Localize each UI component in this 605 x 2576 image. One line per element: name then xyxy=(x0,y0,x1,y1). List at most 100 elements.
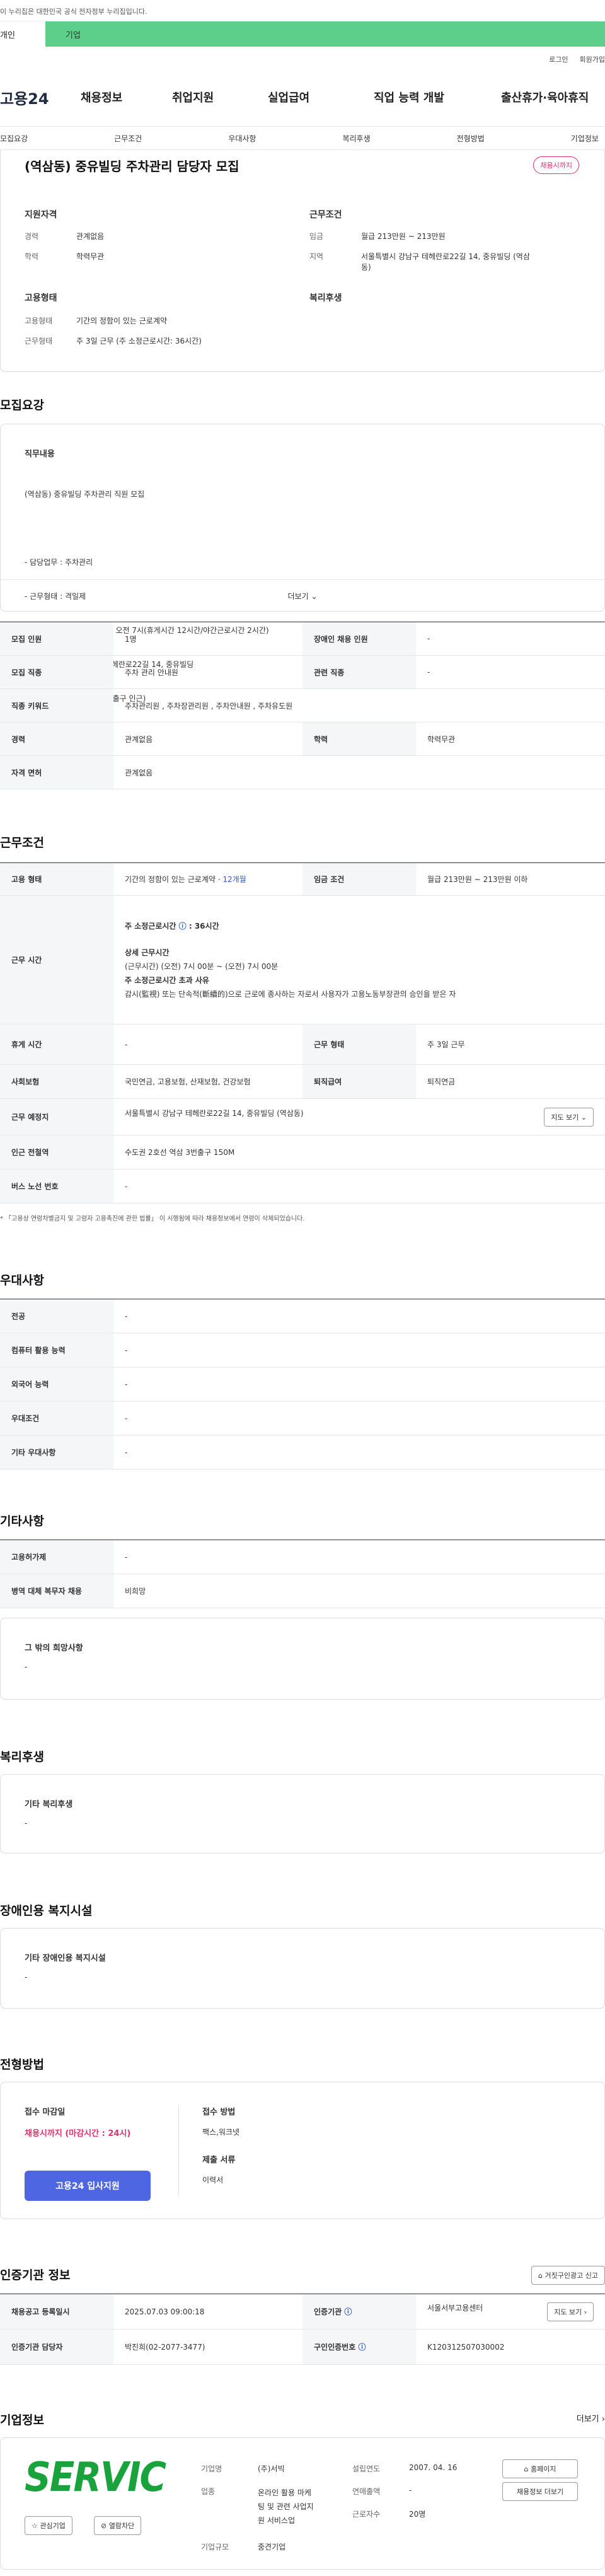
gnb-item-leave[interactable]: 출산휴가·육아휴직 xyxy=(485,89,605,105)
name-value: (주)서빅 xyxy=(258,2464,285,2473)
td: 월급 213만원 ~ 213만원 이하 xyxy=(416,862,605,896)
table-row: 우대조건 - xyxy=(0,1401,605,1436)
place-value: 서울특별시 강남구 테헤란로22길 14, 중유빌딩 (역삼동) xyxy=(125,1108,304,1118)
th: 직종 키워드 xyxy=(0,688,113,722)
td: 주차 관리 안내원 xyxy=(113,655,302,689)
fav-button[interactable]: ☆ 관심기업 xyxy=(25,2516,72,2535)
weekly-label: 주 소정근로시간 xyxy=(125,921,176,931)
table-row: 사회보험 국민연금, 고용보험, 산재보험, 건강보험 퇴직급여 퇴직연금 xyxy=(0,1064,605,1099)
detail-time-value: (근무시간) (오전) 7시 00분 ~ (오전) 7시 00분 xyxy=(125,961,279,971)
block-button[interactable]: ⊘ 열람차단 xyxy=(94,2516,142,2535)
emp-value: 20명 xyxy=(409,2510,426,2519)
job-summary-card: (역삼동) 중유빌딩 주차관리 담당자 모집 채용시까지 지원자격 경력 관계없… xyxy=(0,150,605,372)
map-button[interactable]: 지도 보기 › xyxy=(547,2302,594,2321)
td: - xyxy=(416,655,605,689)
sales-key: 연매출액 xyxy=(352,2487,381,2496)
th: 채용공고 등록일시 xyxy=(0,2294,113,2329)
recruit-table: 모집 인원 1명 장애인 채용 인원 - 모집 직종 주차 관리 안내원 관련 직종 - 직… xyxy=(0,622,605,789)
tab-personal[interactable]: 개인 xyxy=(0,21,45,47)
cert-table: 채용공고 등록일시 2025.07.03 09:00:18 인증기관 ⓘ 서울서… xyxy=(0,2294,605,2365)
td: 퇴직연금 xyxy=(416,1064,605,1099)
table-row: 모집 직종 주차 관리 안내원 관련 직종 - xyxy=(0,655,605,689)
td: - xyxy=(113,1299,605,1333)
homepage-label: 홈페이지 xyxy=(531,2465,556,2473)
company-more-link[interactable]: 더보기 › xyxy=(577,2412,605,2424)
more-label: 더보기 xyxy=(287,592,309,601)
tab-company[interactable]: 기업 xyxy=(45,21,605,47)
homepage-button[interactable]: ⌂ 홈페이지 xyxy=(502,2459,578,2478)
td: 주차관리원 , 주차장관리원 , 주차안내원 , 주차유도원 xyxy=(113,688,605,722)
subnav-welfare[interactable]: 복리후생 xyxy=(342,133,370,144)
wage-key: 임금 xyxy=(309,232,324,241)
work-title: 근무조건 xyxy=(309,210,342,220)
report-button[interactable]: ⌂ 거짓구인광고 신고 xyxy=(531,2266,605,2285)
docs-value: 이력서 xyxy=(202,2176,224,2184)
worktype-key: 근무형태 xyxy=(25,337,53,345)
biz-line: 팅 및 관련 사업지 xyxy=(258,2502,314,2511)
more-button[interactable]: 더보기 ⌄ xyxy=(1,579,604,611)
emp-type: 기간의 정함이 있는 근로계약 · xyxy=(125,875,223,884)
th: 사회보험 xyxy=(0,1064,113,1099)
edu-value: 학력무관 xyxy=(76,252,105,261)
subnav-process[interactable]: 전형방법 xyxy=(457,133,485,144)
gnb-item-training[interactable]: 직업 능력 개발 xyxy=(356,89,485,105)
td: - xyxy=(113,1435,605,1470)
cert-section-title: 인증기관 정보 xyxy=(0,2268,71,2282)
site-logo[interactable]: 고용24 xyxy=(0,86,72,108)
th: 모집 직종 xyxy=(0,655,113,689)
process-section-title: 전형방법 xyxy=(0,2058,44,2072)
td: 2025.07.03 09:00:18 xyxy=(113,2294,302,2329)
welfare-box-title: 기타 복리후생 xyxy=(25,1800,73,1809)
td: - xyxy=(416,622,605,656)
emp-value: 기간의 정함이 있는 근로계약 xyxy=(76,316,167,325)
welfare-card: 기타 복리후생 - xyxy=(0,1774,605,1854)
block-label: 열람차단 xyxy=(108,2522,135,2530)
th: 자격 면허 xyxy=(0,755,113,789)
gnb-item-jobs[interactable]: 채용정보 xyxy=(72,89,154,105)
block-icon: ⊘ xyxy=(101,2522,107,2530)
td: 관계없음 xyxy=(113,722,302,756)
apply-button[interactable]: 고용24 입사지원 xyxy=(25,2171,151,2201)
signup-link[interactable]: 회원가입 xyxy=(580,54,605,64)
gov-banner: 이 누리집은 대한민국 공식 전자정부 누리집입니다. xyxy=(0,0,605,21)
table-row: 컴퓨터 활용 능력 - xyxy=(0,1333,605,1367)
table-row: 직종 키워드 주차관리원 , 주차장관리원 , 주차안내원 , 주차유도원 xyxy=(0,688,605,722)
td: - xyxy=(113,1024,302,1065)
hope-value: - xyxy=(25,1662,28,1671)
th: 학력 xyxy=(302,722,416,756)
td: 학력무관 xyxy=(416,722,605,756)
est-key: 설립연도 xyxy=(352,2464,381,2473)
jobs-more-button[interactable]: 채용정보 더보기 xyxy=(502,2482,578,2501)
qual-title: 지원자격 xyxy=(25,210,57,220)
org-value: 서울서부고용센터 xyxy=(427,2303,483,2312)
info-icon[interactable]: ⓘ xyxy=(358,2343,366,2352)
duty-line: (역삼동) 중유빌딩 주차관리 직원 모집 xyxy=(25,490,145,499)
table-row: 기타 우대사항 - xyxy=(0,1435,605,1470)
subnav-preferences[interactable]: 우대사항 xyxy=(228,133,256,144)
fav-label: 관심기업 xyxy=(40,2522,66,2530)
emp-key: 근로자수 xyxy=(352,2510,381,2519)
duty-card: 직무내용 (역삼동) 중유빌딩 주차관리 직원 모집 - 담당업무 : 주차관리… xyxy=(0,424,605,737)
td: - xyxy=(113,1367,605,1401)
td: - xyxy=(113,1169,605,1204)
th: 컴퓨터 활용 능력 xyxy=(0,1333,113,1367)
info-icon[interactable]: ⓘ xyxy=(344,2307,352,2316)
th: 인근 전철역 xyxy=(0,1135,113,1169)
size-value: 중견기업 xyxy=(258,2543,286,2551)
map-button[interactable]: 지도 보기 ⌄ xyxy=(544,1107,594,1127)
subnav-recruit[interactable]: 모집요강 xyxy=(0,133,28,144)
docs-key: 제출 서류 xyxy=(202,2155,236,2165)
name-key: 기업명 xyxy=(201,2464,222,2473)
worktype-value: 주 3일 근무 (주 소정근로시간: 36시간) xyxy=(76,337,202,345)
th: 고용 형태 xyxy=(0,862,113,896)
gnb-item-employment[interactable]: 취업지원 xyxy=(154,89,255,105)
est-value: 2007. 04. 16 xyxy=(409,2463,458,2472)
login-link[interactable]: 로그인 xyxy=(549,54,568,64)
gnb-item-unemployment[interactable]: 실업급여 xyxy=(255,89,356,105)
subnav-company[interactable]: 기업정보 xyxy=(571,133,599,144)
info-icon[interactable]: ⓘ xyxy=(179,922,187,931)
disability-box-value: - xyxy=(25,1973,28,1981)
subnav-conditions[interactable]: 근무조건 xyxy=(114,133,142,144)
th: 우대조건 xyxy=(0,1401,113,1436)
td: 비희망 xyxy=(113,1574,605,1608)
